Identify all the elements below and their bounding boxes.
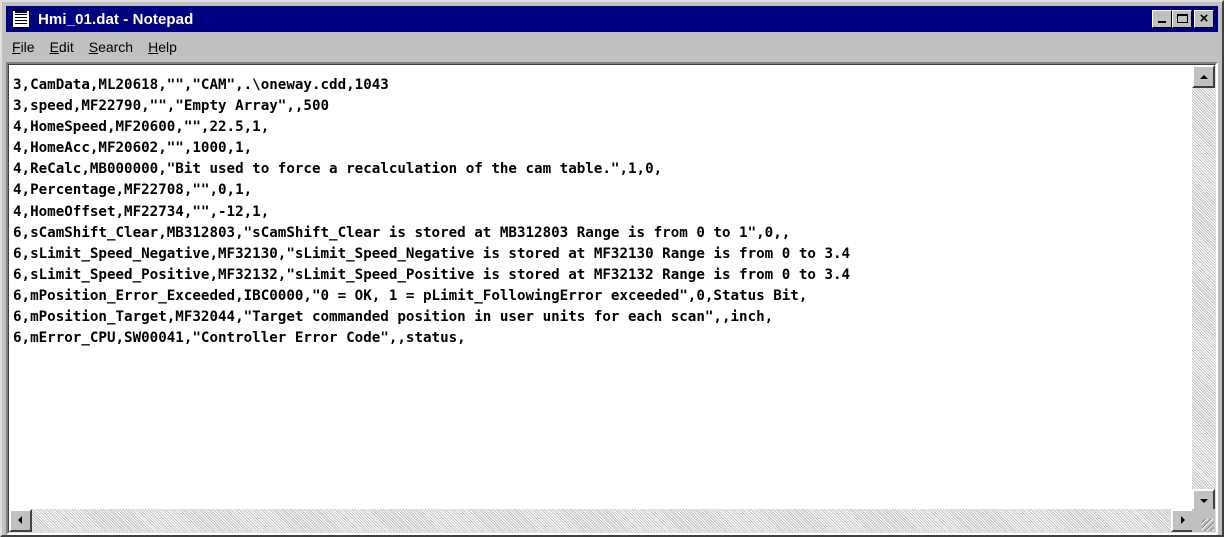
scrollbar-corner [1192, 509, 1215, 532]
editor-frame: 3,CamData,ML20618,"","CAM",.\oneway.cdd,… [6, 62, 1218, 535]
scroll-left-button[interactable] [9, 509, 32, 532]
horizontal-scrollbar[interactable] [9, 509, 1194, 532]
menu-edit[interactable]: Edit [42, 39, 81, 55]
maximize-icon [1177, 14, 1188, 23]
menu-help[interactable]: Help [140, 39, 184, 55]
resize-grip-icon[interactable] [1202, 519, 1214, 531]
maximize-button[interactable] [1172, 10, 1192, 28]
arrow-right-icon [1181, 516, 1185, 524]
arrow-down-icon [1200, 499, 1208, 503]
notepad-icon[interactable] [12, 10, 30, 28]
scroll-up-button[interactable] [1192, 65, 1215, 88]
text-line: 6,mPosition_Error_Exceeded,IBC0000,"0 = … [13, 287, 808, 304]
text-line: 6,sCamShift_Clear,MB312803,"sCamShift_Cl… [13, 224, 791, 241]
minimize-icon [1158, 21, 1166, 23]
arrow-up-icon [1200, 75, 1208, 79]
close-icon: × [1199, 10, 1209, 27]
text-line: 3,speed,MF22790,"","Empty Array",,500 [13, 98, 330, 115]
menu-file[interactable]: File [6, 39, 42, 55]
close-button[interactable]: × [1194, 10, 1214, 28]
minimize-button[interactable] [1152, 10, 1172, 28]
menu-search[interactable]: Search [81, 39, 140, 55]
title-bar-buttons: × [1152, 10, 1214, 28]
text-line: 4,ReCalc,MB000000,"Bit used to force a r… [13, 161, 663, 178]
text-line: 4,HomeAcc,MF20602,"",1000,1, [13, 140, 253, 157]
text-line: 4,Percentage,MF22708,"",0,1, [13, 182, 253, 199]
text-line: 4,HomeOffset,MF22734,"",-12,1, [13, 203, 270, 220]
text-line: 6,sLimit_Speed_Negative,MF32130,"sLimit_… [13, 245, 851, 262]
notepad-window: Hmi_01.dat - Notepad × File Edit Search … [0, 0, 1224, 537]
arrow-left-icon [18, 516, 22, 524]
text-line: 6,mPosition_Target,MF32044,"Target comma… [13, 309, 774, 326]
vertical-scrollbar[interactable] [1192, 65, 1215, 512]
menu-bar: File Edit Search Help [6, 34, 1218, 60]
text-line: 6,mError_CPU,SW00041,"Controller Error C… [13, 330, 466, 347]
text-line: 3,CamData,ML20618,"","CAM",.\oneway.cdd,… [13, 77, 389, 93]
document-text: 3,CamData,ML20618,"","CAM",.\oneway.cdd,… [9, 65, 1194, 349]
text-editor[interactable]: 3,CamData,ML20618,"","CAM",.\oneway.cdd,… [9, 65, 1194, 512]
window-title: Hmi_01.dat - Notepad [38, 10, 194, 28]
scroll-right-button[interactable] [1171, 509, 1194, 532]
text-line: 4,HomeSpeed,MF20600,"",22.5,1, [13, 119, 270, 136]
editor-inner: 3,CamData,ML20618,"","CAM",.\oneway.cdd,… [8, 64, 1216, 533]
title-bar[interactable]: Hmi_01.dat - Notepad × [6, 6, 1218, 32]
text-line: 6,sLimit_Speed_Positive,MF32132,"sLimit_… [13, 266, 851, 283]
